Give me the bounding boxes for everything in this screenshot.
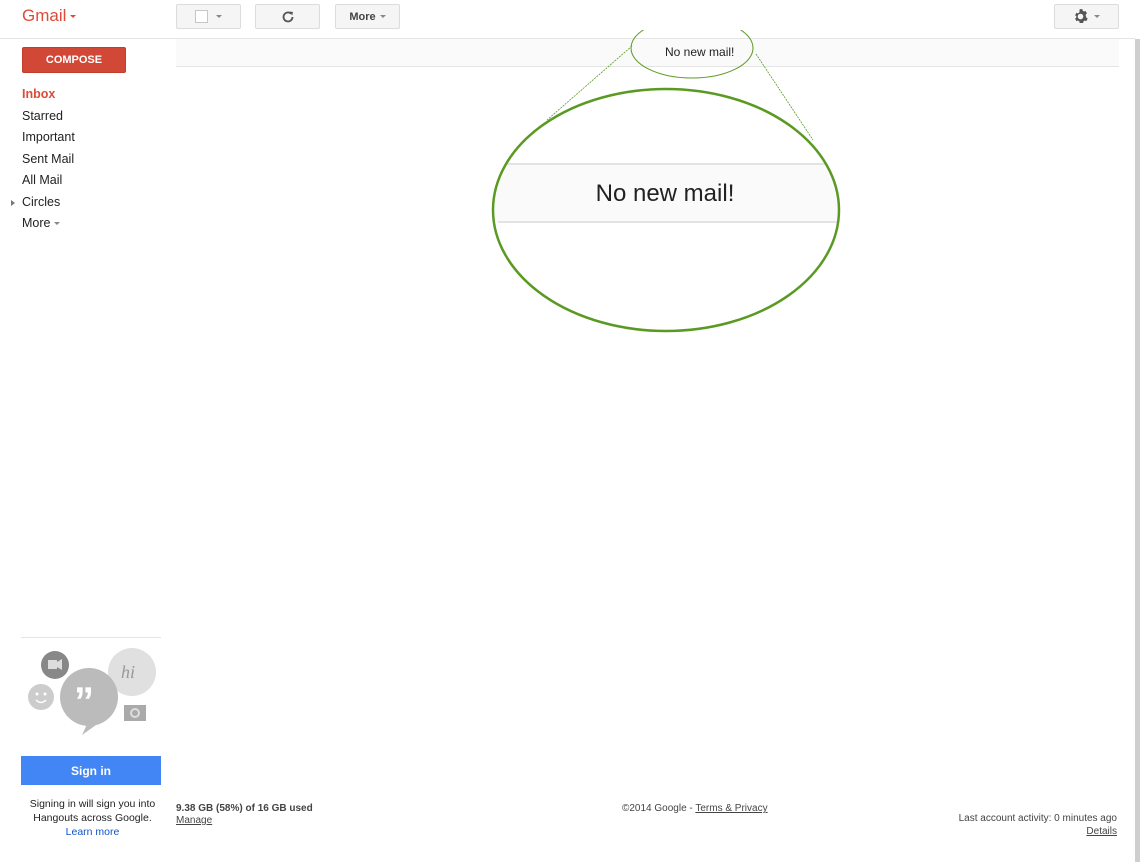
annotation-small-ellipse [630, 30, 754, 79]
sidebar-item-label: Sent Mail [22, 151, 75, 166]
sidebar-item-label: Inbox [22, 87, 56, 101]
last-activity: Last account activity: 0 minutes ago [958, 813, 1117, 824]
manage-link[interactable]: Manage [176, 815, 212, 826]
copyright-text: ©2014 Google - [622, 803, 696, 814]
details-link-text[interactable]: Details [1086, 826, 1117, 837]
hangouts-icon: hi ” [28, 648, 156, 735]
hint-line: Hangouts across Google. [33, 812, 152, 824]
chevron-down-icon [1094, 15, 1100, 18]
chevron-down-icon [379, 15, 386, 18]
terms-privacy-link[interactable]: Terms & Privacy [695, 803, 767, 814]
sidebar-item-label: Circles [22, 194, 61, 209]
svg-text:”: ” [74, 680, 94, 724]
more-label: More [349, 10, 376, 23]
sidebar-item-inbox[interactable]: Inbox [0, 84, 170, 106]
gmail-logo: Gmail [22, 6, 67, 25]
sidebar-nav: Inbox Starred Important Sent Mail All Ma… [0, 84, 170, 235]
details-link[interactable]: Details [1086, 826, 1117, 837]
checkbox-icon [195, 10, 208, 23]
sidebar-item-starred[interactable]: Starred [0, 106, 170, 128]
sidebar-item-more[interactable]: More [0, 213, 170, 235]
copyright: ©2014 Google - Terms & Privacy [622, 803, 768, 814]
more-button[interactable]: More [335, 4, 400, 29]
sidebar-item-sent-mail[interactable]: Sent Mail [0, 149, 170, 171]
chevron-down-icon [216, 15, 222, 18]
learn-more-link[interactable]: Learn more [66, 826, 120, 838]
refresh-button[interactable] [255, 4, 320, 29]
svg-text:hi: hi [121, 662, 135, 682]
sidebar-item-label: Important [22, 130, 75, 144]
gear-icon [1075, 9, 1088, 23]
settings-button[interactable] [1054, 4, 1119, 29]
refresh-icon [282, 11, 293, 22]
expand-arrow-icon[interactable] [11, 199, 15, 206]
sidebar-item-all-mail[interactable]: All Mail [0, 170, 170, 192]
chevron-down-icon [70, 15, 77, 19]
storage-usage: 9.38 GB (58%) of 16 GB used [176, 803, 313, 814]
magnified-no-new-mail: No new mail! [595, 180, 735, 207]
hangouts-hint: Signing in will sign you into Hangouts a… [21, 797, 164, 839]
compose-button[interactable]: COMPOSE [22, 47, 126, 73]
manage-link-text[interactable]: Manage [176, 815, 212, 826]
sidebar-item-label: Starred [22, 108, 63, 123]
sidebar-divider [21, 637, 161, 638]
select-button[interactable] [176, 4, 241, 29]
chevron-down-icon [54, 222, 61, 226]
gmail-logo-menu[interactable]: Gmail [22, 6, 77, 26]
sign-in-button[interactable]: Sign in [21, 756, 161, 785]
hint-line: Signing in will sign you into [29, 798, 156, 810]
sidebar-item-important[interactable]: Important [0, 127, 170, 149]
sidebar-item-label: All Mail [22, 173, 63, 187]
scrollbar[interactable] [1135, 39, 1140, 862]
sidebar-item-label: More [22, 216, 51, 230]
sidebar-item-circles[interactable]: Circles [0, 192, 170, 214]
